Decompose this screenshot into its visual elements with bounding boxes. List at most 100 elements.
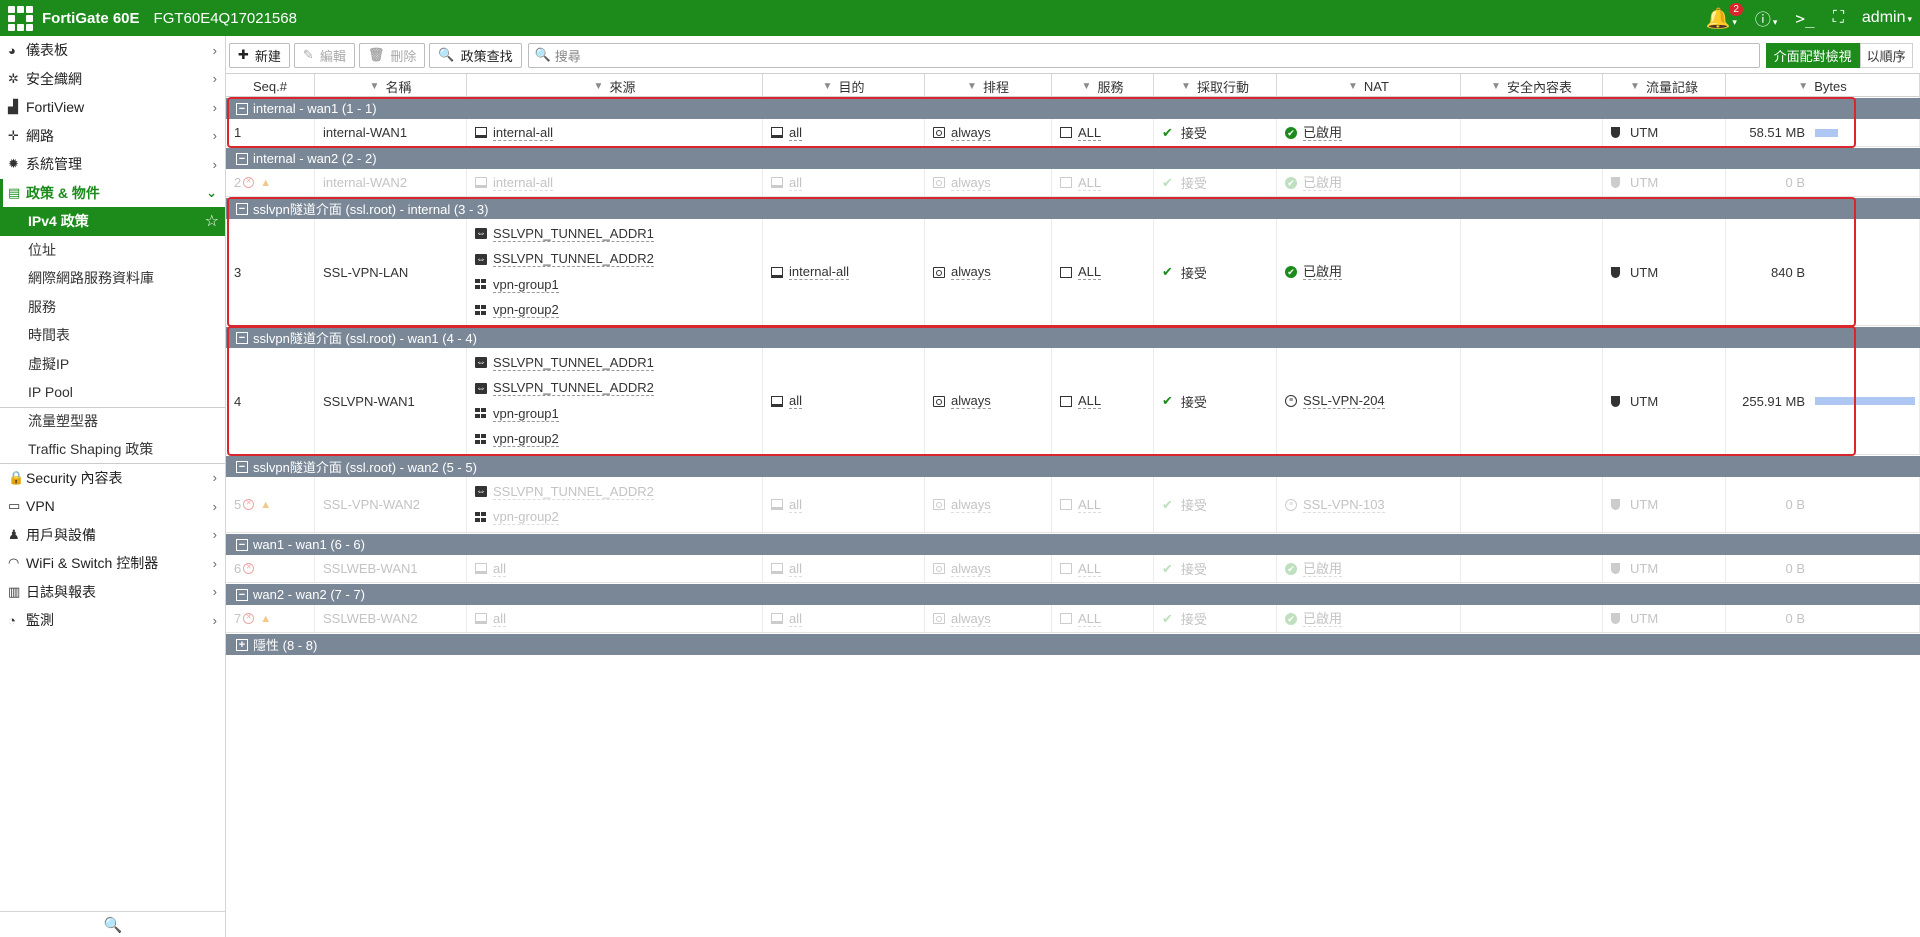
help-icon[interactable]: ⓘ ▾ <box>1755 6 1778 30</box>
ip-pool-object[interactable]: ≡ SSL-VPN-103 <box>1285 492 1385 518</box>
sidebar-search-icon[interactable]: 🔍 <box>0 911 226 937</box>
address-object[interactable]: ⇔ SSLVPN_TUNNEL_ADDR1 <box>475 221 654 247</box>
address-object[interactable]: vpn-group1 <box>475 401 559 427</box>
collapse-icon[interactable]: − <box>236 102 248 115</box>
address-object[interactable]: ⇔ SSLVPN_TUNNEL_ADDR2 <box>475 376 654 402</box>
address-object[interactable]: all <box>475 606 507 632</box>
column-header[interactable]: ▼ NAT <box>1277 74 1461 98</box>
schedule-object[interactable]: always <box>933 120 991 146</box>
service-object[interactable]: ALL <box>1060 170 1102 196</box>
schedule-object[interactable]: always <box>933 492 991 518</box>
address-object[interactable]: internal-all <box>475 120 553 146</box>
sidebar-item[interactable]: 🔒 Security 內容表 › <box>0 464 225 493</box>
interface-pair-group[interactable]: − wan1 - wan1 (6 - 6) <box>226 534 1920 555</box>
sidebar-item[interactable]: ✹ 系統管理 › <box>0 150 225 179</box>
cli-console-icon[interactable]: >_ <box>1795 9 1814 28</box>
sidebar-item[interactable]: ◕ 儀表板 › <box>0 36 225 65</box>
sidebar-item[interactable]: ✲ 安全織網 › <box>0 65 225 94</box>
sidebar-item[interactable]: ◔ 監測 › <box>0 606 225 635</box>
collapse-icon[interactable]: − <box>236 331 248 344</box>
address-object[interactable]: all <box>771 556 803 582</box>
search-input[interactable]: 🔍 搜尋 <box>527 42 1760 68</box>
filter-icon[interactable]: ▼ <box>1348 81 1358 92</box>
policy-lookup-button[interactable]: 🔍 政策查找 <box>429 42 522 68</box>
sidebar-subitem[interactable]: 服務 <box>0 293 225 322</box>
interface-pair-group[interactable]: − sslvpn隧道介面 (ssl.root) - wan2 (5 - 5) <box>226 456 1920 477</box>
column-header[interactable]: ▼ 流量記錄 <box>1603 74 1726 98</box>
schedule-object[interactable]: always <box>933 556 991 582</box>
address-object[interactable]: all <box>771 492 803 518</box>
address-object[interactable]: ⇔ SSLVPN_TUNNEL_ADDR2 <box>475 479 654 505</box>
expand-icon[interactable]: + <box>236 638 248 651</box>
sidebar-subitem[interactable]: 時間表 <box>0 321 225 350</box>
address-object[interactable]: all <box>475 556 507 582</box>
interface-pair-group[interactable]: − internal - wan1 (1 - 1) <box>226 98 1920 119</box>
filter-icon[interactable]: ▼ <box>1082 81 1092 92</box>
filter-icon[interactable]: ▼ <box>594 81 604 92</box>
service-object[interactable]: ALL <box>1060 120 1102 146</box>
address-object[interactable]: ⇔ SSLVPN_TUNNEL_ADDR1 <box>475 350 654 376</box>
address-object[interactable]: internal-all <box>475 170 553 196</box>
service-object[interactable]: ALL <box>1060 606 1102 632</box>
sidebar-subitem[interactable]: IP Pool <box>0 378 225 407</box>
address-object[interactable]: all <box>771 120 803 146</box>
sidebar-subitem[interactable]: 流量塑型器 <box>0 406 225 436</box>
collapse-icon[interactable]: − <box>236 588 248 601</box>
column-header[interactable]: ▼ 採取行動 <box>1154 74 1277 98</box>
service-object[interactable]: ALL <box>1060 556 1102 582</box>
interface-pair-view-button[interactable]: 介面配對檢視 <box>1765 42 1860 68</box>
interface-pair-group[interactable]: − wan2 - wan2 (7 - 7) <box>226 584 1920 605</box>
policy-row[interactable]: 1 internal-WAN1 internal-all all always ALL ✔ 接… <box>226 119 1920 147</box>
policy-row[interactable]: 4 SSLVPN-WAN1 ⇔ SSLVPN_TUNNEL_ADDR1 ⇔ SSLVPN_… <box>226 348 1920 455</box>
collapse-icon[interactable]: − <box>236 152 248 165</box>
sidebar-subitem[interactable]: 網際網路服務資料庫 <box>0 264 225 293</box>
address-object[interactable]: all <box>771 606 803 632</box>
fullscreen-icon[interactable]: ⛶ <box>1833 9 1844 27</box>
column-header[interactable]: Seq.# <box>226 74 315 98</box>
service-object[interactable]: ALL <box>1060 259 1102 285</box>
delete-button[interactable]: 🗑 刪除 <box>358 42 426 68</box>
address-object[interactable]: vpn-group2 <box>475 427 559 453</box>
policy-row[interactable]: 7 ✕ ▲ SSLWEB-WAN2 all all always ALL ✔ 接受 ✔ 已啟用 UTM 0… <box>226 605 1920 633</box>
interface-pair-group[interactable]: − sslvpn隧道介面 (ssl.root) - internal (3 - 3… <box>226 198 1920 219</box>
sidebar-subitem[interactable]: Traffic Shaping 政策 <box>0 435 225 464</box>
address-object[interactable]: all <box>771 388 803 414</box>
filter-icon[interactable]: ▼ <box>1798 81 1808 92</box>
sidebar-subitem[interactable]: 位址 <box>0 236 225 265</box>
notifications-bell-icon[interactable]: 🔔 2 ▾ <box>1705 2 1743 31</box>
column-header[interactable]: ▼ 目的 <box>763 74 925 98</box>
policy-row[interactable]: 5 ✕ ▲ SSL-VPN-WAN2 ⇔ SSLVPN_TUNNEL_ADDR2 vpn-g… <box>226 477 1920 533</box>
schedule-object[interactable]: always <box>933 606 991 632</box>
ip-pool-object[interactable]: ≡ SSL-VPN-204 <box>1285 388 1385 414</box>
collapse-icon[interactable]: − <box>236 538 248 551</box>
service-object[interactable]: ALL <box>1060 388 1102 414</box>
column-header[interactable]: ▼ Bytes <box>1726 74 1920 98</box>
column-header[interactable]: ▼ 服務 <box>1052 74 1154 98</box>
service-object[interactable]: ALL <box>1060 492 1102 518</box>
user-menu[interactable]: admin ▾ <box>1862 9 1912 27</box>
filter-icon[interactable]: ▼ <box>823 81 833 92</box>
address-object[interactable]: vpn-group2 <box>475 505 559 531</box>
column-header[interactable]: ▼ 來源 <box>467 74 763 98</box>
collapse-icon[interactable]: − <box>236 202 248 215</box>
sidebar-item[interactable]: ▟ FortiView › <box>0 93 225 122</box>
schedule-object[interactable]: always <box>933 388 991 414</box>
policy-row[interactable]: 3 SSL-VPN-LAN ⇔ SSLVPN_TUNNEL_ADDR1 ⇔ SSLVPN_… <box>226 219 1920 326</box>
filter-icon[interactable]: ▼ <box>1491 81 1501 92</box>
by-sequence-button[interactable]: 以順序 <box>1859 42 1913 68</box>
edit-button[interactable]: ✎ 編輯 <box>293 42 355 68</box>
interface-pair-group[interactable]: + 隱性 (8 - 8) <box>226 634 1920 655</box>
address-object[interactable]: all <box>771 170 803 196</box>
interface-pair-group[interactable]: − sslvpn隧道介面 (ssl.root) - wan1 (4 - 4) <box>226 327 1920 348</box>
address-object[interactable]: vpn-group1 <box>475 272 559 298</box>
policy-row[interactable]: 2 ✕ ▲ internal-WAN2 internal-all all always ALL… <box>226 169 1920 197</box>
filter-icon[interactable]: ▼ <box>1181 81 1191 92</box>
address-object[interactable]: vpn-group2 <box>475 298 559 324</box>
filter-icon[interactable]: ▼ <box>370 81 380 92</box>
address-object[interactable]: ⇔ SSLVPN_TUNNEL_ADDR2 <box>475 247 654 273</box>
sidebar-item[interactable]: ▥ 日誌與報表 › <box>0 578 225 607</box>
create-new-button[interactable]: ✚ 新建 <box>229 42 290 68</box>
column-header[interactable]: ▼ 名稱 <box>315 74 467 98</box>
sidebar-subitem[interactable]: IPv4 政策 ☆ <box>0 207 225 236</box>
sidebar-item[interactable]: ▤ 政策 & 物件 ⌄ <box>0 178 225 207</box>
